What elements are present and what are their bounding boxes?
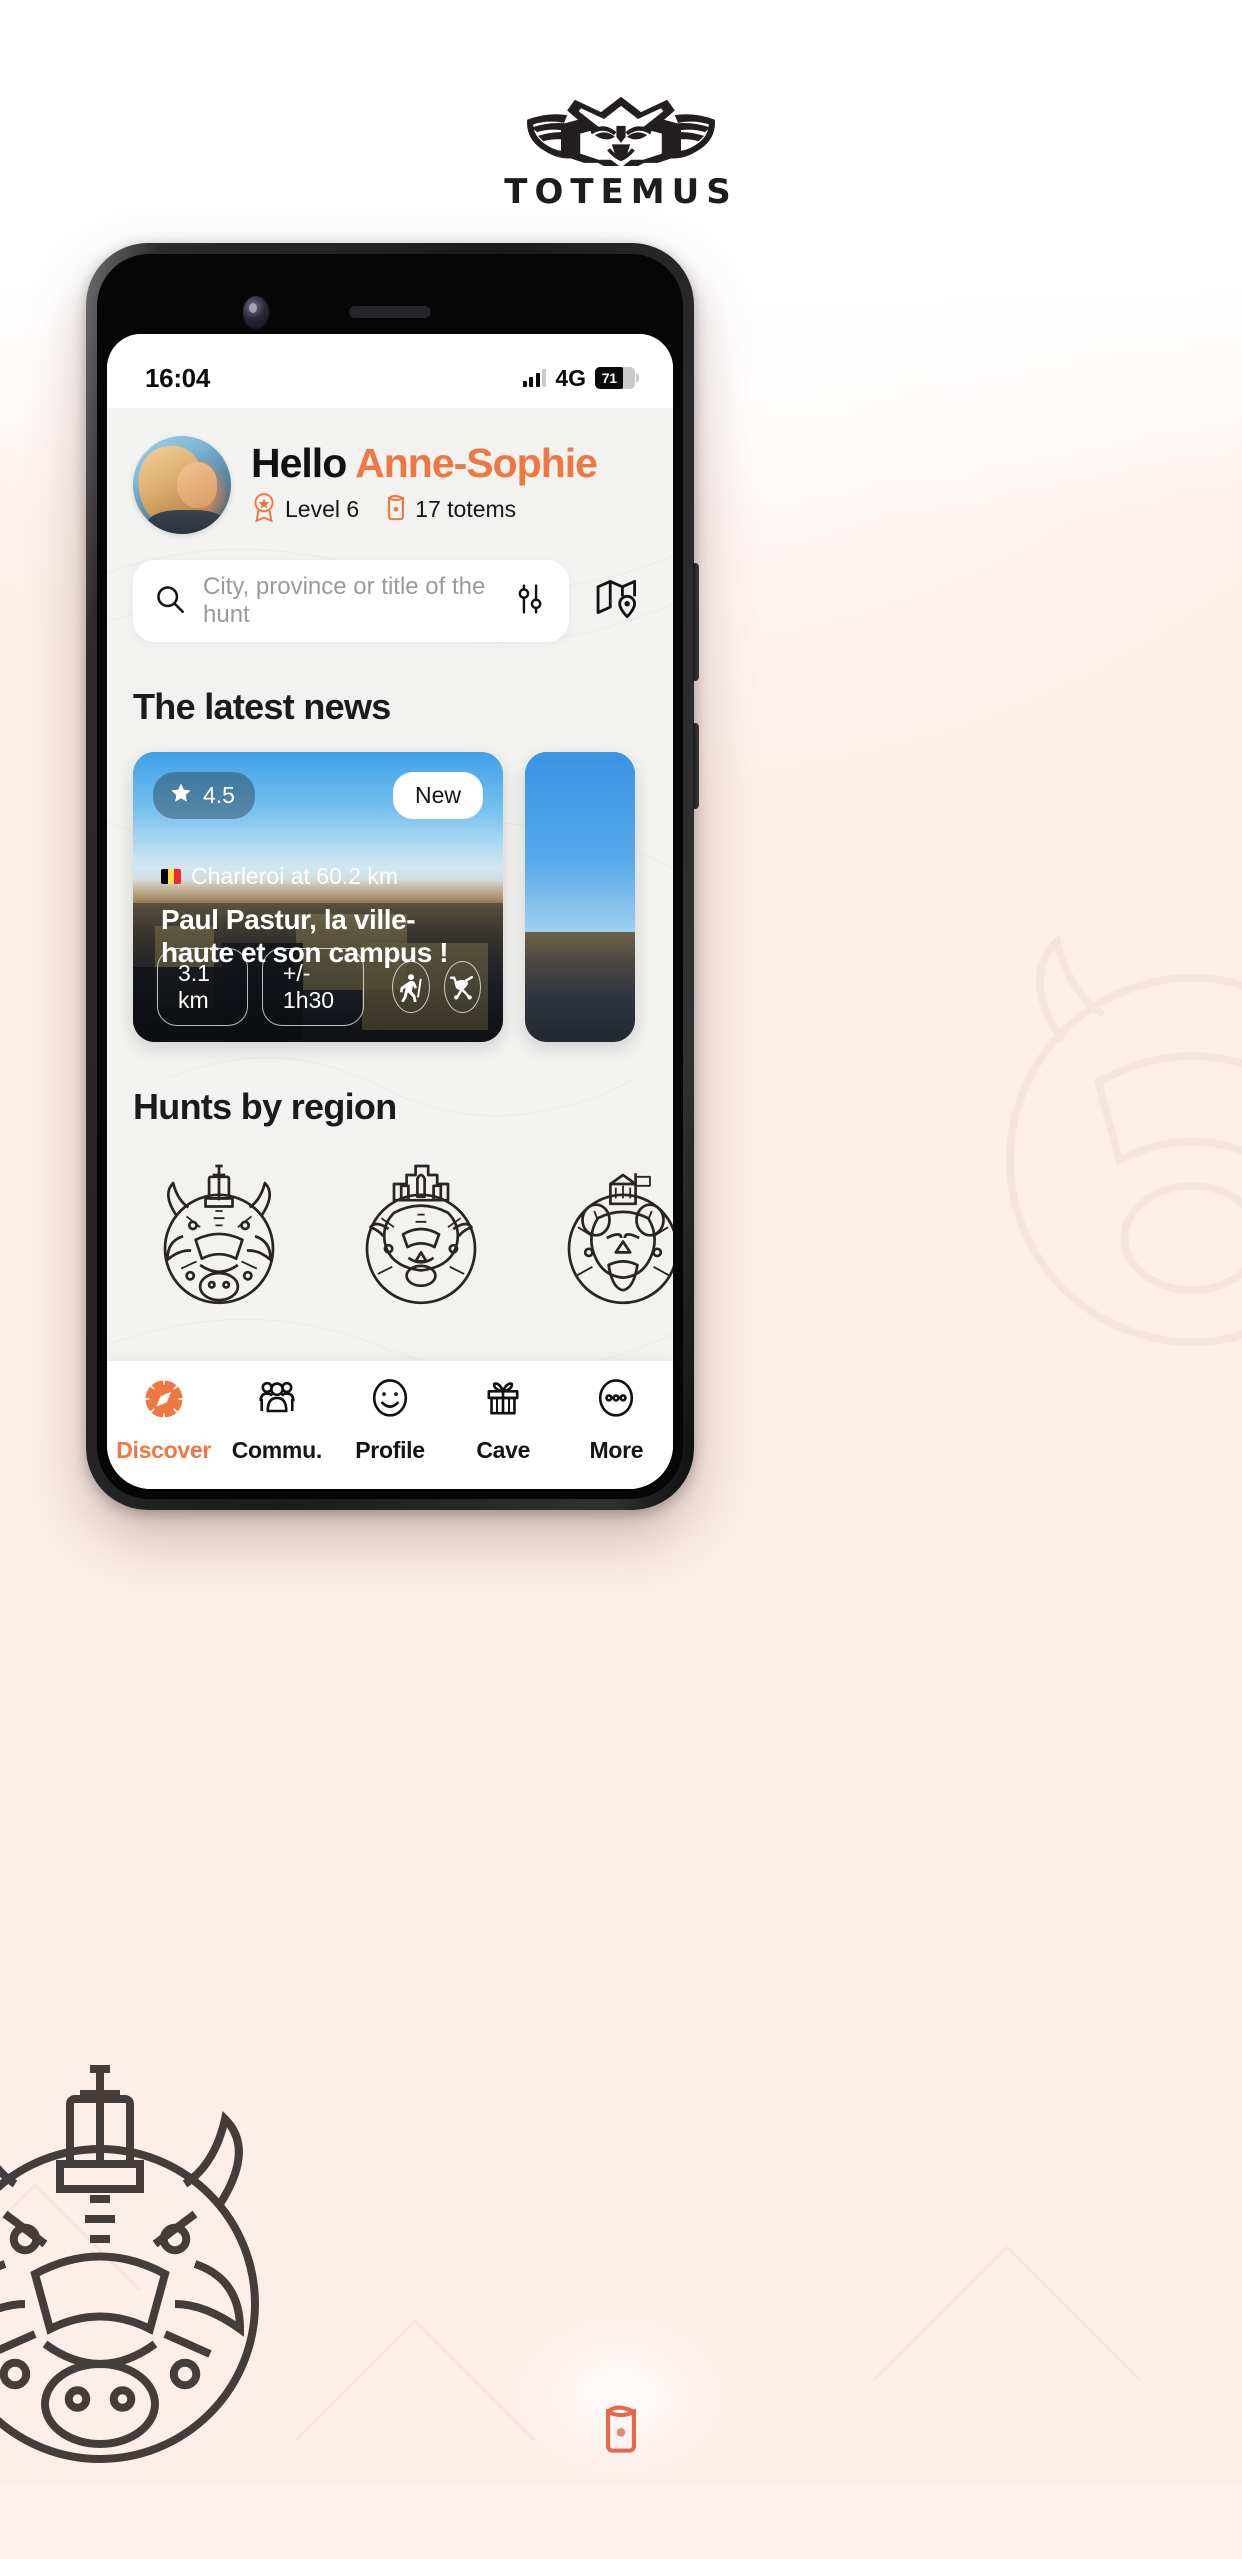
tab-label: More	[589, 1437, 644, 1463]
duration-chip: +/- 1h30	[261, 948, 365, 1026]
tab-label: Cave	[476, 1437, 531, 1463]
distance-chip: 3.1 km	[157, 948, 248, 1026]
bottom-navigation: Discover Commu. Profile Cave More	[107, 1361, 673, 1489]
filter-sliders-icon[interactable]	[513, 582, 547, 621]
card-location-text: Charleroi at 60.2 km	[191, 863, 399, 889]
tab-label: Discover	[116, 1437, 211, 1463]
card-footer: 3.1 km +/- 1h30	[157, 948, 481, 1026]
gift-icon	[479, 1375, 527, 1428]
battery-percent: 71	[601, 370, 617, 386]
news-carousel[interactable]: 4.5 New Charleroi at 60.2 km Paul Pastur…	[107, 728, 673, 1042]
card-photo	[525, 752, 635, 1042]
tab-label: Profile	[355, 1437, 425, 1463]
page-bottom-totem-mark	[0, 2316, 1242, 2476]
status-bar: 16:04 4G 71	[107, 334, 673, 408]
battery-icon: 71	[595, 367, 639, 389]
background-watermark-totem	[932, 900, 1242, 1420]
news-card[interactable]: 4.5 New Charleroi at 60.2 km Paul Pastur…	[133, 752, 503, 1042]
stroller-icon	[443, 961, 481, 1013]
totems-indicator: 17 totems	[385, 492, 516, 527]
region-card-lion[interactable]	[331, 1148, 511, 1328]
level-label: Level 6	[285, 496, 360, 522]
rating-badge: 4.5	[153, 772, 255, 819]
app-content: Hello Anne-Sophie Level 6 17 totems City…	[107, 408, 673, 1489]
volume-button[interactable]	[693, 723, 699, 809]
network-label: 4G	[555, 364, 586, 391]
search-row: City, province or title of the hunt	[107, 534, 673, 642]
search-placeholder: City, province or title of the hunt	[203, 573, 486, 628]
news-card[interactable]	[525, 752, 635, 1042]
more-dots-icon	[592, 1375, 640, 1428]
power-button[interactable]	[693, 563, 699, 681]
smiley-icon	[366, 1375, 414, 1428]
avatar[interactable]	[133, 436, 231, 534]
tab-cave[interactable]: Cave	[447, 1375, 560, 1464]
phone-screen: 16:04 4G 71 Hello Anne-Sophie Level 6 17…	[107, 334, 673, 1489]
status-badge: New	[392, 772, 483, 819]
greeting-hello: Hello	[251, 440, 347, 486]
rating-value: 4.5	[203, 782, 235, 808]
region-card-bull[interactable]	[129, 1148, 309, 1328]
people-icon	[253, 1375, 301, 1428]
award-badge-icon	[251, 492, 277, 527]
page-title: Hello Anne-Sophie	[251, 440, 598, 486]
belgium-flag-icon	[161, 869, 181, 884]
phone-mockup: 16:04 4G 71 Hello Anne-Sophie Level 6 17…	[86, 243, 699, 1510]
status-time: 16:04	[145, 362, 210, 393]
tab-label: Commu.	[231, 1437, 323, 1463]
region-card-bear[interactable]	[533, 1148, 673, 1328]
front-camera-icon	[243, 296, 269, 329]
brand-logo: TOTEMUS	[0, 92, 1242, 212]
map-pin-icon	[594, 577, 640, 626]
tab-more[interactable]: More	[560, 1375, 673, 1464]
search-icon	[155, 584, 185, 619]
brand-wordmark: TOTEMUS	[504, 172, 738, 212]
tab-profile[interactable]: Profile	[333, 1375, 446, 1464]
earpiece-speaker	[349, 306, 431, 318]
section-title-regions: Hunts by region	[133, 1086, 397, 1127]
totemus-owl-mask-logo-icon	[521, 92, 721, 166]
compass-icon	[140, 1375, 188, 1428]
tab-discover[interactable]: Discover	[107, 1375, 220, 1464]
level-indicator: Level 6	[251, 492, 359, 527]
totems-label: 17 totems	[415, 496, 517, 522]
search-input[interactable]: City, province or title of the hunt	[133, 560, 569, 642]
signal-bars-icon	[522, 369, 547, 387]
map-view-button[interactable]	[587, 571, 647, 631]
section-title-news: The latest news	[133, 686, 391, 727]
greeting-header: Hello Anne-Sophie Level 6 17 totems	[107, 408, 673, 534]
regions-carousel[interactable]	[107, 1128, 673, 1328]
totem-icon	[385, 492, 407, 527]
star-icon	[169, 781, 193, 810]
card-location: Charleroi at 60.2 km	[161, 863, 475, 890]
hiker-icon	[392, 961, 430, 1013]
greeting-user-name: Anne-Sophie	[355, 440, 598, 486]
tab-community[interactable]: Commu.	[220, 1375, 333, 1464]
